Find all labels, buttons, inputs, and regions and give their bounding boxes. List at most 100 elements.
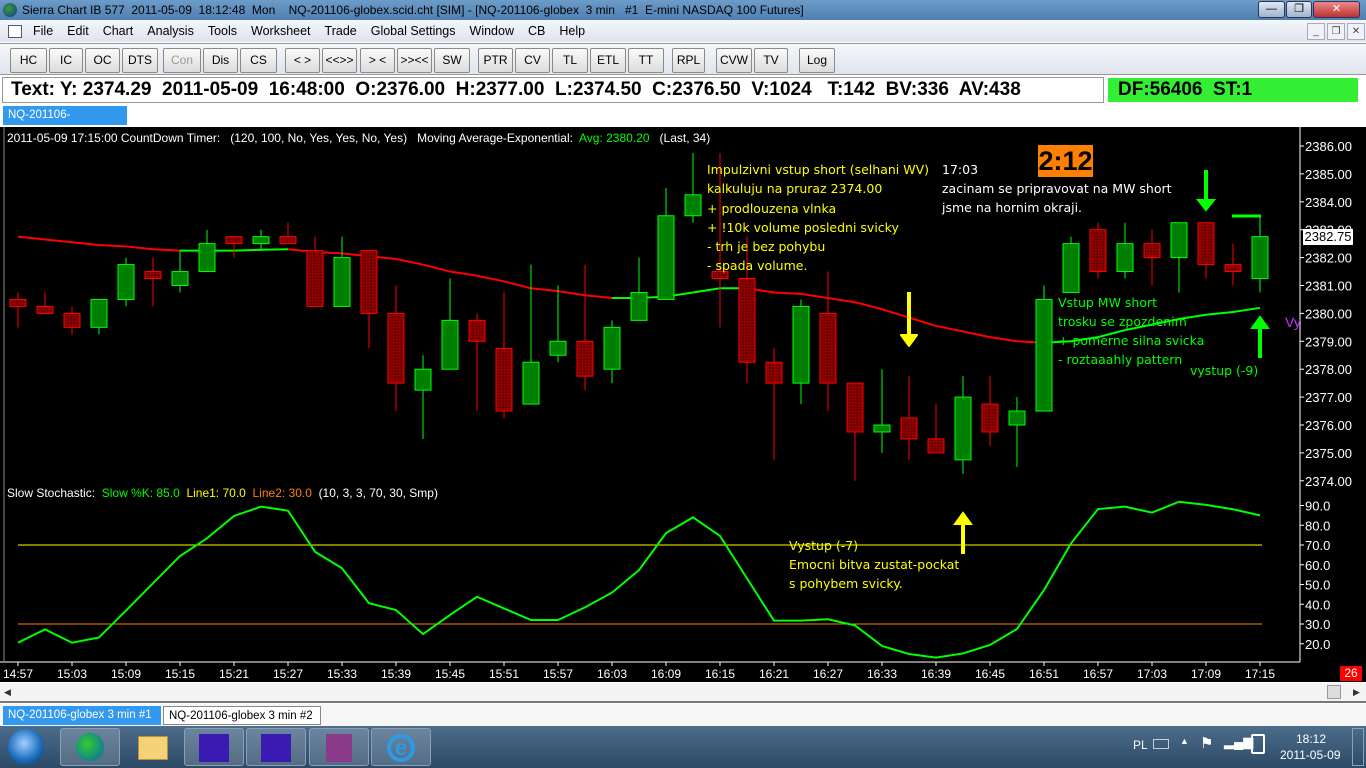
taskbar-onenote[interactable]: [309, 728, 369, 766]
ema-segment: [422, 263, 451, 273]
mdi-restore-button[interactable]: ❐: [1327, 23, 1345, 40]
mdi-minimize-button[interactable]: _: [1307, 23, 1325, 40]
taskbar-explorer[interactable]: [122, 728, 182, 766]
language-indicator[interactable]: PL: [1133, 738, 1148, 752]
power-plug-icon[interactable]: [1251, 734, 1265, 754]
annotation-exit-7: Vystup (-7) Emocni bitva zustat-pockat s p…: [789, 536, 959, 593]
ema-segment: [989, 336, 1018, 343]
app-globe-icon: [3, 3, 17, 17]
toolbar-button-hc[interactable]: HC: [10, 48, 47, 73]
study-ema-value: Avg: 2380.20: [579, 131, 650, 145]
price-tick-label: 2385.00: [1305, 167, 1352, 182]
scroll-left-icon[interactable]: ◀: [4, 687, 11, 698]
candle-down: [819, 271, 837, 412]
scroll-thumb[interactable]: [1327, 685, 1341, 699]
toolbar-button-cvw[interactable]: CVW: [716, 48, 752, 73]
toolbar-button-etl[interactable]: ETL: [590, 48, 626, 73]
bars-remaining-badge: 26: [1340, 666, 1362, 681]
taskbar-sierra-chart[interactable]: [60, 728, 120, 766]
stoch-tick-label: 70.0: [1305, 538, 1330, 553]
candle-body: [9, 298, 27, 307]
toolbar-button-log[interactable]: Log: [799, 48, 835, 73]
toolbar-button-oc[interactable]: OC: [85, 48, 120, 73]
show-desktop-button[interactable]: [1352, 728, 1364, 766]
toolbar-button-[interactable]: >><<: [397, 48, 432, 73]
candle-body: [1089, 229, 1107, 273]
candle-body: [360, 250, 378, 314]
menu-help[interactable]: Help: [552, 24, 592, 38]
show-hidden-icons[interactable]: ▲: [1180, 736, 1189, 746]
toolbar-button-ic[interactable]: IC: [49, 48, 83, 73]
candle-up: [1170, 222, 1188, 293]
scroll-right-icon[interactable]: ▶: [1353, 687, 1360, 698]
chartbook-tab[interactable]: NQ-201106-globex.scid: [3, 106, 127, 140]
toolbar-button-[interactable]: < >: [285, 48, 320, 73]
menu-tools[interactable]: Tools: [201, 24, 244, 38]
candle-body: [738, 278, 756, 363]
time-tick-label: 16:09: [651, 667, 681, 681]
chart-area[interactable]: 2386.002385.002384.002383.002382.002381.…: [0, 127, 1366, 682]
toolbar-button-tl[interactable]: TL: [552, 48, 588, 73]
note-line: trosku se zpozdenim: [1058, 314, 1187, 329]
toolbar-button-tv[interactable]: TV: [754, 48, 788, 73]
taskbar-app-2[interactable]: [246, 728, 306, 766]
annotation-exit-9: vystup (-9): [1190, 363, 1259, 378]
time-tick-label: 15:27: [273, 667, 303, 681]
minimize-button[interactable]: —: [1258, 1, 1285, 18]
horizontal-scrollbar[interactable]: ◀ ▶: [0, 683, 1366, 703]
price-tick-label: 2381.00: [1305, 279, 1352, 294]
toolbar-button-dis[interactable]: Dis: [203, 48, 238, 73]
toolbar-button-dts[interactable]: DTS: [122, 48, 158, 73]
menu-file[interactable]: File: [26, 24, 60, 38]
taskbar-app-1[interactable]: [184, 728, 244, 766]
menu-worksheet[interactable]: Worksheet: [244, 24, 318, 38]
network-signal-icon[interactable]: ▂▄▆: [1224, 734, 1253, 750]
menu-analysis[interactable]: Analysis: [140, 24, 201, 38]
toolbar-button-rpl[interactable]: RPL: [672, 48, 705, 73]
ema-segment: [395, 258, 424, 266]
toolbar-button-cv[interactable]: CV: [515, 48, 550, 73]
keyboard-icon[interactable]: [1153, 739, 1169, 749]
note-line: Vstup MW short: [1058, 295, 1158, 310]
taskbar-internet-explorer[interactable]: e: [371, 728, 431, 766]
action-center-flag-icon[interactable]: ⚑: [1200, 734, 1213, 752]
menu-window[interactable]: Window: [463, 24, 521, 38]
toolbar-button-tt[interactable]: TT: [628, 48, 664, 73]
clock-date[interactable]: 2011-05-09: [1280, 748, 1341, 762]
candle-body: [279, 236, 297, 245]
toolbar-button-cs[interactable]: CS: [240, 48, 277, 73]
tab-chart-2[interactable]: NQ-201106-globex 3 min #2: [163, 706, 321, 725]
candle-down: [63, 306, 81, 335]
candle-down: [279, 222, 297, 245]
toolbar-button-ptr[interactable]: PTR: [478, 48, 513, 73]
ema-segment: [854, 301, 883, 311]
candle-body: [1062, 243, 1080, 293]
toolbar-button-[interactable]: <<>>: [322, 48, 357, 73]
maximize-button[interactable]: ❐: [1286, 1, 1312, 18]
ema-segment: [557, 290, 586, 297]
menu-global-settings[interactable]: Global Settings: [364, 24, 463, 38]
close-button[interactable]: ✕: [1313, 1, 1360, 18]
candle-body: [387, 312, 405, 384]
toolbar-button-[interactable]: > <: [360, 48, 395, 73]
start-button[interactable]: [8, 729, 44, 765]
toolbar-button-sw[interactable]: SW: [434, 48, 470, 73]
stoch-k-line: [17, 500, 1261, 659]
menu-chart[interactable]: Chart: [96, 24, 141, 38]
mdi-close-button[interactable]: ✕: [1347, 23, 1365, 40]
candle-body: [1143, 243, 1161, 259]
candle-down: [900, 376, 918, 460]
note-line: - spada volume.: [707, 258, 808, 274]
menu-cb[interactable]: CB: [521, 24, 552, 38]
clock-time[interactable]: 18:12: [1296, 732, 1326, 746]
menu-edit[interactable]: Edit: [60, 24, 96, 38]
candle-up: [873, 369, 891, 453]
menu-trade[interactable]: Trade: [318, 24, 364, 38]
tab-chart-1[interactable]: NQ-201106-globex 3 min #1: [3, 706, 161, 725]
ema-segment: [1232, 306, 1261, 313]
time-tick-label: 15:57: [543, 667, 573, 681]
toolbar-button-con[interactable]: Con: [163, 48, 201, 73]
time-tick-label: 15:03: [57, 667, 87, 681]
taskbar: e PL ▲ ⚑ ▂▄▆ 18:12 2011-05-09: [0, 726, 1366, 768]
candle-body: [603, 326, 621, 370]
